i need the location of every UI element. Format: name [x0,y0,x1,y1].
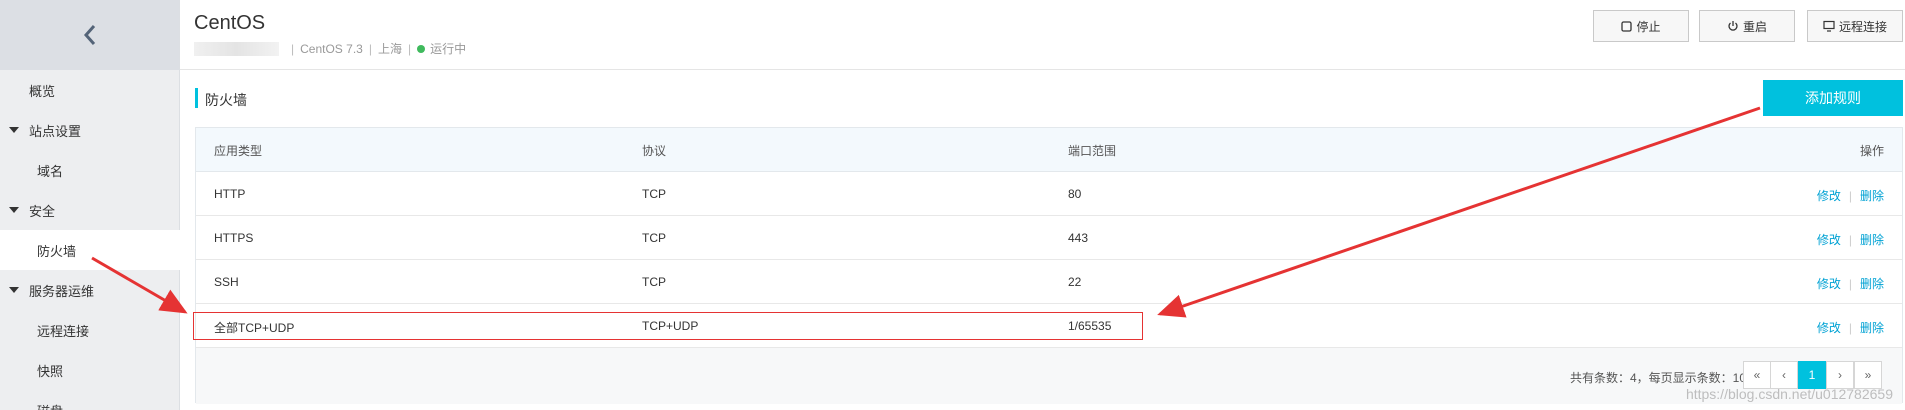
edit-link[interactable]: 修改 [1817,275,1841,292]
divider: | [368,41,372,56]
os-version: CentOS 7.3 [300,41,363,56]
sidebar-item-label: 概览 [29,83,56,99]
sidebar-item-label: 站点设置 [29,123,82,139]
divider: | [1848,276,1852,291]
instance-title: CentOS [194,12,266,34]
cell-port-range: 80 [1068,187,1082,201]
back-button[interactable] [0,0,179,70]
cell-app-type: SSH [214,275,239,289]
watermark: https://blog.csdn.net/u012782659 [1685,386,1893,402]
column-header-app-type: 应用类型 [214,144,263,158]
divider: | [407,41,412,56]
column-header-protocol: 协议 [642,144,667,158]
caret-down-icon [9,127,19,133]
stop-label: 停止 [1636,19,1661,34]
sidebar-group-security[interactable]: 安全 [0,190,180,230]
row-actions: 修改 | 删除 [1817,187,1884,204]
delete-link[interactable]: 删除 [1860,319,1884,336]
sidebar-item-label: 安全 [29,203,56,219]
sidebar-item-label: 远程连接 [37,323,90,339]
delete-link[interactable]: 删除 [1860,275,1884,292]
column-header-actions: 操作 [1859,144,1884,158]
restart-label: 重启 [1742,19,1767,34]
divider: | [1848,188,1852,203]
pagination-info: 共有条数：4，每页显示条数：10 [1569,371,1746,385]
next-page-button[interactable]: › [1826,361,1854,389]
status-dot-icon [417,44,426,53]
sidebar-item-label: 磁盘 [37,401,63,410]
sidebar-item-snapshot[interactable]: 快照 [0,350,180,390]
redacted-instance-id [194,41,279,56]
instance-meta: | CentOS 7.3 | 上海 | 运行中 [194,40,466,57]
sidebar-item-label: 服务器运维 [29,283,95,299]
stop-icon [1621,20,1633,32]
sidebar-item-remote-connect[interactable]: 远程连接 [0,310,180,350]
cell-port-range: 443 [1068,231,1089,245]
prev-page-button[interactable]: ‹ [1770,361,1798,389]
delete-link[interactable]: 删除 [1860,187,1884,204]
column-header-port-range: 端口范围 [1068,144,1117,158]
sidebar-item-label: 域名 [37,163,64,179]
highlight-box [193,312,1143,340]
instance-header: CentOS | CentOS 7.3 | 上海 | 运行中 停止 重启 远程连… [180,0,1905,70]
delete-link[interactable]: 删除 [1860,231,1884,248]
sidebar-item-firewall[interactable]: 防火墙 [0,230,180,270]
edit-link[interactable]: 修改 [1817,187,1841,204]
divider: | [1848,232,1852,247]
section-title: 防火墙 [205,92,247,108]
sidebar-item-overview[interactable]: 概览 [0,70,180,110]
remote-connect-label: 远程连接 [1838,19,1887,34]
remote-connect-button[interactable]: 远程连接 [1807,10,1903,42]
stop-button[interactable]: 停止 [1593,10,1689,42]
status-text: 运行中 [430,42,467,56]
section-accent-bar [195,88,198,108]
divider: | [1848,320,1852,335]
region: 上海 [377,42,402,56]
table-footer: 共有条数：4，每页显示条数：10 « ‹ 1 › » [196,348,1902,404]
sidebar-item-domain[interactable]: 域名 [0,150,180,190]
sidebar-group-site-settings[interactable]: 站点设置 [0,110,180,150]
sidebar-item-label: 快照 [37,363,64,379]
edit-link[interactable]: 修改 [1817,319,1841,336]
row-actions: 修改 | 删除 [1817,231,1884,248]
chevron-left-icon [83,25,95,45]
last-page-button[interactable]: » [1854,361,1882,389]
cell-protocol: TCP [642,231,666,245]
caret-down-icon [9,287,19,293]
add-rule-button[interactable]: 添加规则 [1763,80,1903,116]
table-row: SSH TCP 22 修改 | 删除 [196,260,1902,304]
table-header: 应用类型 协议 端口范围 操作 [196,128,1902,172]
restart-button[interactable]: 重启 [1699,10,1795,42]
firewall-rules-table: 应用类型 协议 端口范围 操作 HTTP TCP 80 修改 | 删除 HTTPS … [195,127,1903,404]
current-page-button[interactable]: 1 [1798,361,1826,389]
cell-app-type: HTTPS [214,231,254,245]
row-actions: 修改 | 删除 [1817,319,1884,336]
sidebar-item-disk[interactable]: 磁盘 [0,390,180,410]
cell-protocol: TCP [642,187,666,201]
first-page-button[interactable]: « [1743,361,1771,389]
cell-port-range: 22 [1068,275,1082,289]
sidebar-group-server-ops[interactable]: 服务器运维 [0,270,180,310]
cell-app-type: HTTP [214,187,246,201]
row-actions: 修改 | 删除 [1817,275,1884,292]
caret-down-icon [9,207,19,213]
cell-protocol: TCP [642,275,666,289]
divider: | [291,41,295,56]
edit-link[interactable]: 修改 [1817,231,1841,248]
monitor-icon [1823,20,1835,32]
table-row: HTTP TCP 80 修改 | 删除 [196,172,1902,216]
power-icon [1728,21,1738,31]
table-row: HTTPS TCP 443 修改 | 删除 [196,216,1902,260]
sidebar: 概览 站点设置 域名 安全 防火墙 服务器运维 远程连接 快照 磁盘 [0,0,180,410]
sidebar-item-label: 防火墙 [37,243,77,259]
